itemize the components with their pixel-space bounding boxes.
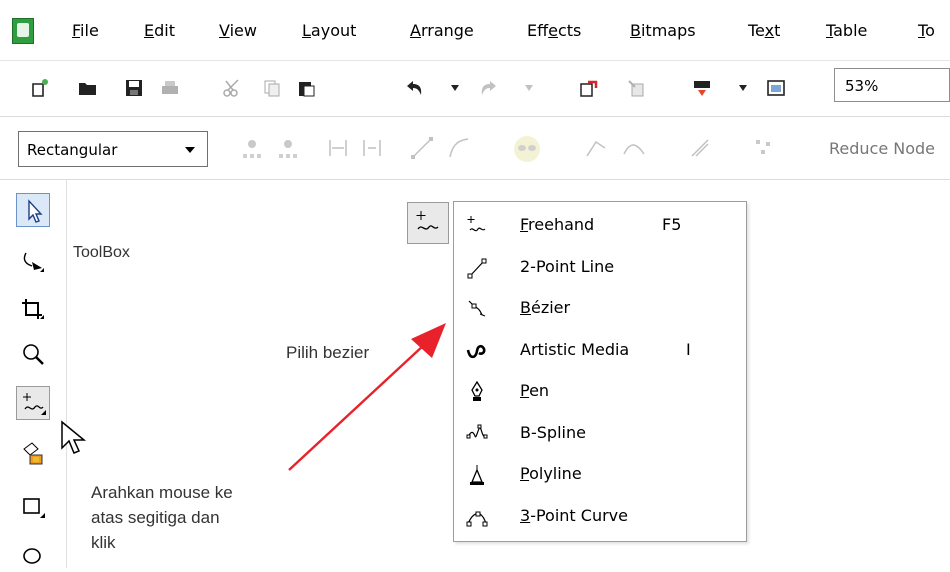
- crop-tool[interactable]: [16, 293, 50, 327]
- join-nodes-icon[interactable]: [326, 136, 350, 160]
- extract-subpath-icon[interactable]: [752, 136, 776, 160]
- shape-node-icon: [23, 252, 44, 272]
- copy-icon[interactable]: [262, 78, 282, 98]
- alien-watermark-icon: [514, 136, 540, 162]
- welcome-screen-icon[interactable]: [766, 78, 786, 98]
- menu-bar: [0, 0, 950, 61]
- smooth-node-icon[interactable]: [622, 136, 646, 160]
- menu-tools[interactable]: To: [918, 21, 935, 40]
- menu-bitmaps[interactable]: Bitmaps: [630, 21, 696, 40]
- freehand-icon: [467, 216, 486, 232]
- delete-nodes-icon[interactable]: [276, 136, 300, 160]
- menu-file[interactable]: File: [72, 21, 99, 40]
- reduce-nodes-button[interactable]: Reduce Node: [829, 139, 935, 158]
- curve-tools-flyout: Freehand F5 2-Point Line Bézier Artistic…: [453, 201, 747, 542]
- toolbox-label: ToolBox: [73, 244, 130, 261]
- magnifier-icon: [23, 344, 44, 365]
- flyout-item-3-point-curve[interactable]: 3-Point Curve: [454, 496, 746, 537]
- pen-icon: [471, 381, 483, 401]
- flyout-item-freehand[interactable]: Freehand F5: [454, 205, 746, 246]
- flyout-item-pen[interactable]: Pen: [454, 371, 746, 412]
- chevron-down-icon: [185, 147, 195, 153]
- paste-icon[interactable]: [296, 78, 316, 98]
- import-icon[interactable]: [578, 78, 598, 98]
- shortcut-label: F5: [662, 215, 682, 234]
- print-icon[interactable]: [160, 78, 180, 98]
- annotation-instruction: Arahkan mouse ke atas segitiga dan klik: [91, 483, 233, 552]
- annotation-choose-bezier: Pilih bezier: [286, 343, 370, 362]
- symmetrical-node-icon[interactable]: [688, 136, 712, 160]
- selection-mode-select[interactable]: Rectangular: [18, 131, 208, 167]
- line-icon: [467, 258, 487, 279]
- new-document-icon[interactable]: [30, 78, 50, 98]
- undo-icon[interactable]: [404, 78, 424, 98]
- menu-view[interactable]: View: [219, 21, 257, 40]
- zoom-level-combo[interactable]: 53%: [834, 68, 950, 102]
- menu-layout[interactable]: Layout: [302, 21, 356, 40]
- bezier-icon: [468, 300, 486, 317]
- smart-fill-icon: [23, 442, 43, 465]
- zoom-tool[interactable]: [16, 337, 50, 371]
- launcher-dropdown-icon[interactable]: [739, 85, 747, 91]
- menu-table[interactable]: Table: [826, 21, 867, 40]
- mouse-cursor-icon: [61, 420, 87, 454]
- artistic-media-icon: [466, 344, 486, 359]
- menu-edit[interactable]: Edit: [144, 21, 175, 40]
- open-folder-icon[interactable]: [78, 78, 98, 98]
- cut-icon[interactable]: [222, 78, 242, 98]
- ellipse-icon: [23, 548, 41, 564]
- b-spline-icon: [466, 424, 488, 439]
- smart-fill-tool[interactable]: [16, 437, 50, 471]
- convert-to-curve-icon[interactable]: [447, 136, 471, 160]
- 3-point-curve-icon: [466, 511, 488, 527]
- shortcut-label: I: [686, 340, 691, 359]
- cusp-node-icon[interactable]: [584, 136, 608, 160]
- pick-tool[interactable]: [16, 193, 50, 227]
- freehand-icon: [416, 211, 439, 230]
- menu-text[interactable]: Text: [748, 21, 780, 40]
- rectangle-tool[interactable]: [16, 490, 50, 524]
- application-launcher-icon[interactable]: [692, 78, 712, 98]
- export-icon[interactable]: [626, 78, 646, 98]
- menu-arrange[interactable]: Arrange: [410, 21, 474, 40]
- flyout-item-bezier[interactable]: Bézier: [454, 288, 746, 329]
- freehand-icon: [23, 393, 46, 415]
- crop-icon: [22, 299, 44, 319]
- convert-to-line-icon[interactable]: [410, 136, 434, 160]
- flyout-trigger[interactable]: [407, 202, 449, 244]
- undo-dropdown-icon[interactable]: [451, 85, 459, 91]
- ellipse-tool[interactable]: [16, 538, 50, 572]
- coreldraw-logo-icon: [12, 18, 34, 44]
- save-icon[interactable]: [124, 78, 144, 98]
- rectangle-icon: [23, 498, 45, 518]
- flyout-item-b-spline[interactable]: B-Spline: [454, 413, 746, 454]
- polyline-icon: [470, 465, 484, 485]
- pointer-icon: [28, 199, 43, 223]
- flyout-item-artistic-media[interactable]: Artistic Media I: [454, 330, 746, 371]
- redo-icon[interactable]: [479, 78, 499, 98]
- freehand-tool[interactable]: [16, 386, 50, 420]
- redo-dropdown-icon[interactable]: [525, 85, 533, 91]
- break-curve-icon[interactable]: [360, 136, 384, 160]
- flyout-item-polyline[interactable]: Polyline: [454, 454, 746, 495]
- menu-effects[interactable]: Effects: [527, 21, 581, 40]
- shape-tool[interactable]: [16, 246, 50, 280]
- add-nodes-icon[interactable]: [240, 136, 264, 160]
- flyout-item-2-point-line[interactable]: 2-Point Line: [454, 247, 746, 288]
